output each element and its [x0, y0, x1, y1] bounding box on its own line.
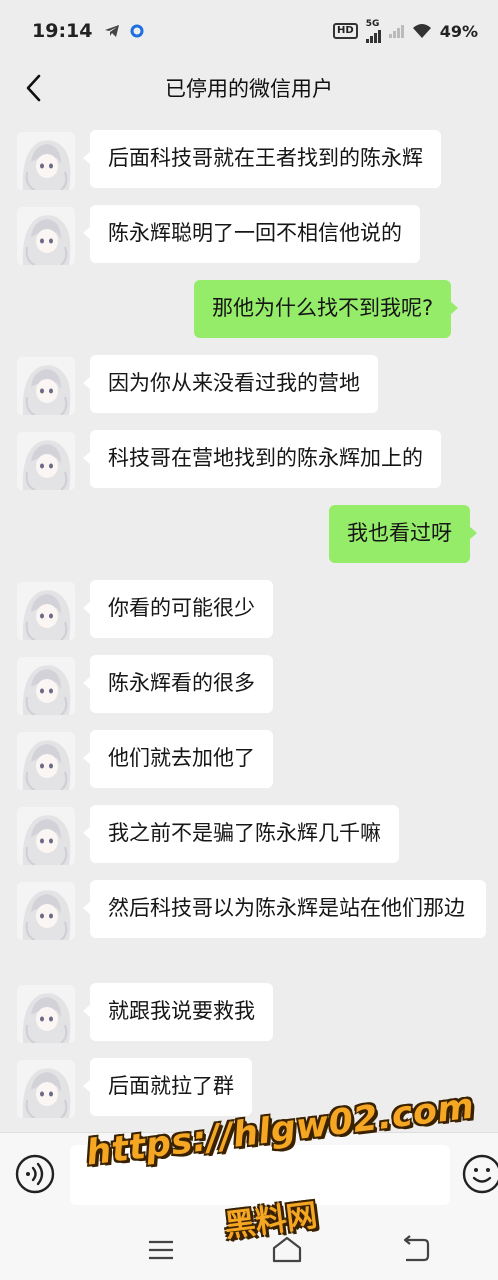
- message-bubble[interactable]: 陈永辉聪明了一回不相信他说的: [83, 205, 420, 263]
- signal-icon: [365, 29, 381, 43]
- voice-button[interactable]: [14, 1153, 56, 1195]
- anime-avatar-image: [17, 207, 75, 265]
- menu-icon: [149, 1240, 173, 1260]
- avatar[interactable]: [17, 432, 75, 490]
- avatar[interactable]: [17, 1060, 75, 1118]
- anime-avatar-image: [17, 432, 75, 490]
- message-bubble[interactable]: 陈永辉看的很多: [83, 655, 273, 713]
- message-bubble[interactable]: 然后科技哥以为陈永辉是站在他们那边: [83, 880, 486, 938]
- message-bubble[interactable]: 因为你从来没看过我的营地: [83, 355, 378, 413]
- back-nav-icon: [403, 1235, 430, 1262]
- hd-badge: HD: [333, 23, 358, 39]
- signal-2-icon: [388, 24, 404, 38]
- avatar[interactable]: [17, 985, 75, 1043]
- chevron-left-icon: [26, 74, 41, 102]
- anime-avatar-image: [17, 657, 75, 715]
- avatar[interactable]: [17, 657, 75, 715]
- anime-avatar-image: [17, 357, 75, 415]
- avatar[interactable]: [17, 357, 75, 415]
- avatar[interactable]: [17, 807, 75, 865]
- notification-dot-icon: [130, 24, 144, 38]
- nav-back-button[interactable]: [398, 1234, 432, 1264]
- avatar[interactable]: [17, 882, 75, 940]
- title-bar: 已停用的微信用户: [0, 62, 498, 114]
- message-bubble[interactable]: 科技哥在营地找到的陈永辉加上的: [83, 430, 441, 488]
- network-type: 5G: [365, 18, 380, 29]
- page-title: 已停用的微信用户: [165, 77, 333, 101]
- message-bubble[interactable]: 就跟我说要救我: [83, 983, 273, 1041]
- avatar[interactable]: [17, 207, 75, 265]
- message-bubble[interactable]: 后面科技哥就在王者找到的陈永辉: [83, 130, 441, 188]
- avatar[interactable]: [17, 732, 75, 790]
- status-bar: 19:14 HD 5G 49%: [0, 0, 498, 62]
- avatar[interactable]: [17, 582, 75, 640]
- message-bubble[interactable]: 后面就拉了群: [83, 1058, 252, 1116]
- nav-menu-button[interactable]: [146, 1236, 176, 1264]
- anime-avatar-image: [17, 1060, 75, 1118]
- wifi-icon: [412, 24, 431, 38]
- anime-avatar-image: [17, 732, 75, 790]
- message-bubble-outgoing[interactable]: 那他为什么找不到我呢?: [194, 280, 459, 338]
- anime-avatar-image: [17, 582, 75, 640]
- anime-avatar-image: [17, 985, 75, 1043]
- emoji-icon: [462, 1154, 498, 1194]
- message-bubble[interactable]: 你看的可能很少: [83, 580, 273, 638]
- message-bubble[interactable]: 我之前不是骗了陈永辉几千嘛: [83, 805, 399, 863]
- status-time: 19:14: [32, 20, 93, 42]
- anime-avatar-image: [17, 807, 75, 865]
- anime-avatar-image: [17, 132, 75, 190]
- message-bubble-outgoing[interactable]: 我也看过呀: [329, 505, 477, 563]
- emoji-button[interactable]: [462, 1153, 498, 1195]
- back-button[interactable]: [18, 72, 50, 104]
- chat-messages[interactable]: 后面科技哥就在王者找到的陈永辉 陈永辉聪明了一回不相信他说的 那他为什么找不到我…: [0, 122, 498, 1132]
- anime-avatar-image: [17, 882, 75, 940]
- battery-level: 49%: [439, 21, 478, 41]
- telegram-icon: [105, 25, 120, 37]
- avatar[interactable]: [17, 132, 75, 190]
- message-bubble[interactable]: 他们就去加他了: [83, 730, 273, 788]
- voice-icon: [15, 1154, 55, 1194]
